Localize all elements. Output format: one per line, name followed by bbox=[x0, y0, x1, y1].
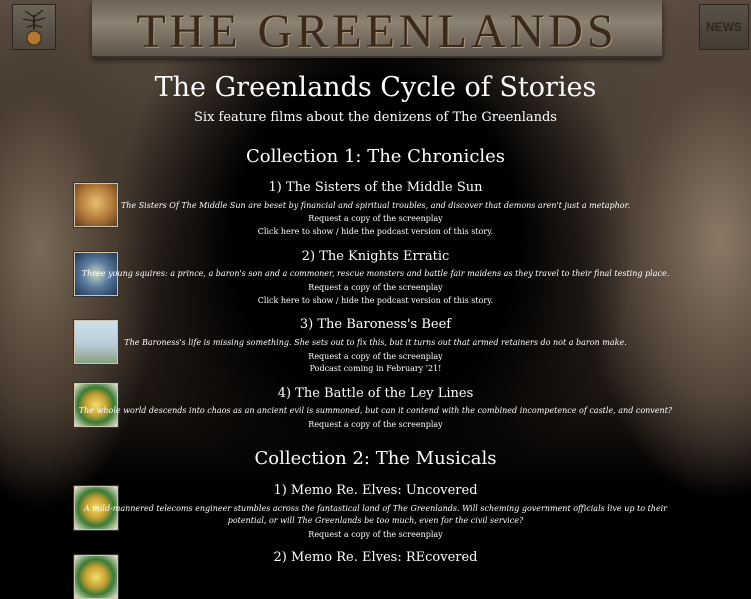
request-screenplay-link[interactable]: Request a copy of the screenplay bbox=[0, 420, 751, 429]
story-title: 1) The Sisters of the Middle Sun bbox=[268, 180, 483, 195]
site-banner: THE GREENLANDS bbox=[92, 0, 662, 58]
request-screenplay-link[interactable]: Request a copy of the screenplay bbox=[0, 214, 751, 223]
story-description: The whole world descends into chaos as a… bbox=[78, 406, 673, 415]
story-description: A mild-mannered telecoms engineer stumbl… bbox=[83, 504, 668, 513]
tree-icon bbox=[22, 9, 46, 46]
collection-heading: Collection 2: The Musicals bbox=[254, 448, 497, 469]
page-subtitle: Six feature films about the denizens of … bbox=[194, 110, 557, 125]
story-title: 2) The Knights Erratic bbox=[301, 249, 450, 264]
collection-heading: Collection 1: The Chronicles bbox=[245, 146, 506, 167]
story-title: 4) The Battle of the Ley Lines bbox=[277, 386, 474, 401]
podcast-toggle-link[interactable]: Click here to show / hide the podcast ve… bbox=[0, 227, 751, 236]
podcast-toggle-link[interactable]: Click here to show / hide the podcast ve… bbox=[0, 296, 751, 305]
request-screenplay-link[interactable]: Request a copy of the screenplay bbox=[0, 352, 751, 361]
story-title: 2) Memo Re. Elves: REcovered bbox=[273, 550, 478, 565]
story-description: The Baroness's life is missing something… bbox=[124, 338, 627, 347]
story-title: 3) The Baroness's Beef bbox=[299, 317, 452, 332]
news-button[interactable]: NEWS bbox=[699, 4, 749, 50]
page-title: The Greenlands Cycle of Stories bbox=[154, 72, 597, 103]
banner-title: THE GREENLANDS bbox=[136, 5, 618, 58]
story-description: potential, or will The Greenlands be too… bbox=[227, 516, 524, 525]
story-description: Three young squires: a prince, a baron's… bbox=[81, 269, 670, 278]
home-logo[interactable] bbox=[12, 4, 56, 50]
request-screenplay-link[interactable]: Request a copy of the screenplay bbox=[0, 530, 751, 539]
request-screenplay-link[interactable]: Request a copy of the screenplay bbox=[0, 283, 751, 292]
podcast-coming-note: Podcast coming in February '21! bbox=[309, 364, 442, 373]
story-title: 1) Memo Re. Elves: Uncovered bbox=[273, 483, 478, 498]
story-description: The Sisters Of The Middle Sun are beset … bbox=[120, 201, 631, 210]
